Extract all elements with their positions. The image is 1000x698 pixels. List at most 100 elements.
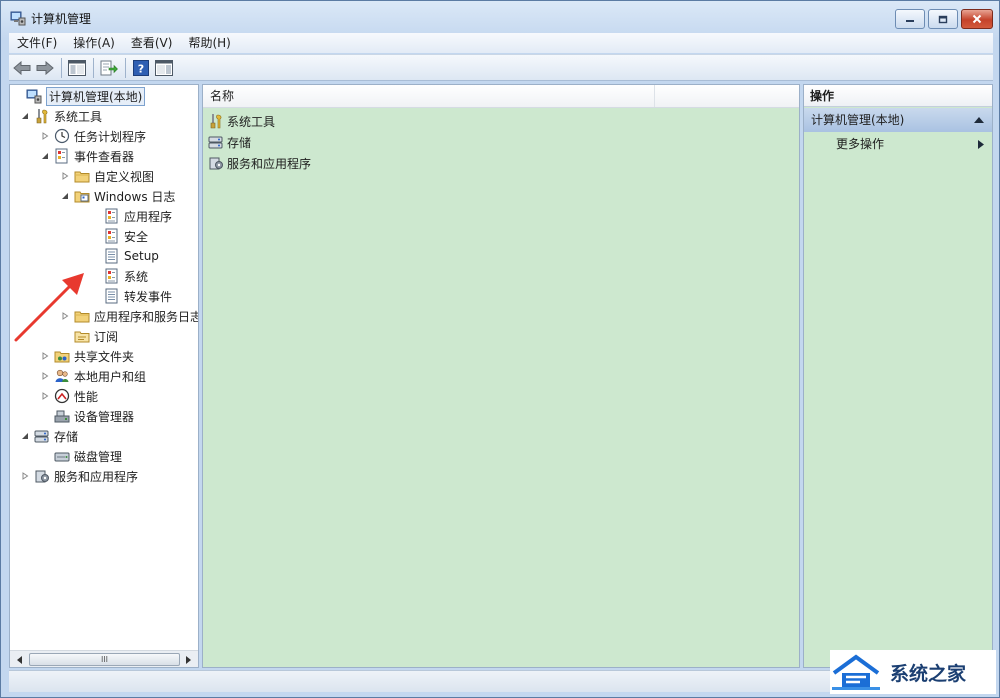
tree-item[interactable]: 事件查看器: [40, 146, 134, 166]
tree-horizontal-scrollbar[interactable]: III: [10, 650, 198, 667]
back-button[interactable]: [11, 57, 33, 79]
tree-item-label: 系统: [124, 269, 149, 284]
tree-item-label: 磁盘管理: [74, 449, 123, 464]
scroll-left-button[interactable]: [11, 652, 28, 667]
tree-item-label: 计算机管理(本地): [46, 86, 146, 106]
log-icon: [105, 288, 118, 304]
toolbar-separator: [125, 57, 126, 78]
users-icon: [55, 369, 69, 382]
scroll-thumb[interactable]: III: [29, 653, 180, 666]
tree-item[interactable]: 服务和应用程序: [20, 466, 138, 486]
tree-item[interactable]: 存储: [20, 426, 78, 446]
export-list-button[interactable]: [98, 57, 120, 79]
forward-arrow-icon: [36, 60, 54, 75]
maximize-button[interactable]: [928, 9, 958, 29]
tree-item-label: 共享文件夹: [74, 349, 135, 364]
tree-item[interactable]: 本地用户和组: [40, 366, 146, 386]
expanded-triangle-icon[interactable]: [40, 151, 50, 161]
tree-item[interactable]: 性能: [40, 386, 98, 406]
tree-item-label: 系统工具: [54, 109, 103, 124]
tree-item[interactable]: 系统工具: [20, 106, 102, 126]
disk-icon: [54, 452, 70, 462]
expanded-triangle-icon[interactable]: [20, 111, 30, 121]
show-hide-action-pane-button[interactable]: [153, 57, 175, 79]
list-header: 名称: [203, 85, 799, 108]
tree-item[interactable]: Windows 日志: [60, 186, 175, 206]
list-item-label: 系统工具: [227, 114, 276, 129]
scroll-left-icon: [17, 655, 22, 664]
list-item[interactable]: 系统工具: [208, 111, 275, 131]
collapsed-triangle-icon[interactable]: [40, 351, 50, 361]
expanded-triangle-icon[interactable]: [20, 431, 30, 441]
console-tree-icon: [68, 59, 86, 76]
storage-icon: [208, 136, 223, 149]
tree-item[interactable]: 安全: [90, 226, 148, 246]
list-item-label: 存储: [227, 135, 252, 150]
log-icon: [105, 248, 118, 264]
list-item[interactable]: 服务和应用程序: [208, 153, 311, 173]
more-actions-item[interactable]: 更多操作: [836, 133, 992, 155]
tree-item[interactable]: 任务计划程序: [40, 126, 146, 146]
actions-group-computer-management[interactable]: 计算机管理(本地): [804, 108, 992, 132]
tree-item[interactable]: 磁盘管理: [40, 446, 122, 466]
collapsed-triangle-icon[interactable]: [40, 131, 50, 141]
collapsed-triangle-icon[interactable]: [60, 171, 70, 181]
services-icon: [35, 470, 49, 483]
shared-folder-icon: [54, 351, 70, 363]
collapse-up-icon: [974, 117, 984, 123]
tree-item[interactable]: 计算机管理(本地): [12, 86, 146, 106]
tree-item[interactable]: 共享文件夹: [40, 346, 134, 366]
house-logo-icon: [832, 654, 880, 690]
help-icon: ?: [133, 59, 149, 76]
event-log-icon: [105, 208, 118, 224]
more-actions-label: 更多操作: [836, 137, 885, 151]
tree-item-label: Windows 日志: [94, 189, 176, 204]
services-icon: [209, 157, 223, 170]
collapsed-triangle-icon[interactable]: [20, 471, 30, 481]
minimize-button[interactable]: [895, 9, 925, 29]
red-annotation-arrow: [14, 273, 84, 342]
actions-pane: 操作 计算机管理(本地) 更多操作: [803, 84, 993, 668]
tree-item[interactable]: 应用程序: [90, 206, 172, 226]
tree-item[interactable]: 设备管理器: [40, 406, 134, 426]
svg-text:?: ?: [138, 62, 144, 75]
event-log-icon: [105, 268, 118, 284]
collapsed-triangle-icon[interactable]: [40, 391, 50, 401]
actions-header: 操作: [804, 85, 992, 107]
tree-item-label: 设备管理器: [74, 409, 135, 424]
list-item[interactable]: 存储: [208, 132, 251, 152]
close-button[interactable]: [961, 9, 993, 29]
title-bar[interactable]: 计算机管理: [1, 1, 999, 33]
forward-button[interactable]: [34, 57, 56, 79]
toolbar: ?: [9, 54, 993, 81]
tree-item-label: 任务计划程序: [74, 129, 147, 144]
show-hide-console-tree-button[interactable]: [66, 57, 88, 79]
tree-item-label: 安全: [124, 229, 149, 244]
results-pane: 名称 系统工具存储服务和应用程序: [202, 84, 800, 668]
expanded-triangle-icon[interactable]: [60, 191, 70, 201]
menu-view[interactable]: 查看(V): [123, 33, 181, 53]
system-tools-icon: [210, 114, 222, 129]
close-icon: [972, 14, 982, 24]
tree-item[interactable]: 转发事件: [90, 286, 172, 306]
collapsed-triangle-icon[interactable]: [40, 371, 50, 381]
column-header-name[interactable]: 名称: [203, 85, 655, 107]
submenu-arrow-icon: [978, 140, 984, 149]
menu-help[interactable]: 帮助(H): [180, 33, 238, 53]
computer-management-window: 计算机管理 文件(F) 操作(A) 查看(V) 帮助(H) ? 计算机管理(本地…: [0, 0, 1000, 698]
list-item-label: 服务和应用程序: [227, 156, 312, 171]
clock-icon: [54, 128, 70, 144]
tree-item[interactable]: 自定义视图: [60, 166, 154, 186]
scroll-right-icon: [186, 655, 191, 664]
tree-item[interactable]: Setup: [90, 246, 159, 266]
tree-item-label: Setup: [124, 249, 159, 263]
help-button[interactable]: ?: [130, 57, 152, 79]
restore-icon: [938, 15, 948, 23]
menu-action[interactable]: 操作(A): [65, 33, 123, 53]
storage-icon: [34, 430, 49, 443]
tree-item[interactable]: 系统: [90, 266, 148, 286]
menu-file[interactable]: 文件(F): [9, 33, 65, 53]
scroll-right-button[interactable]: [180, 652, 197, 667]
tree-item-label: 服务和应用程序: [54, 469, 139, 484]
performance-icon: [54, 388, 70, 404]
